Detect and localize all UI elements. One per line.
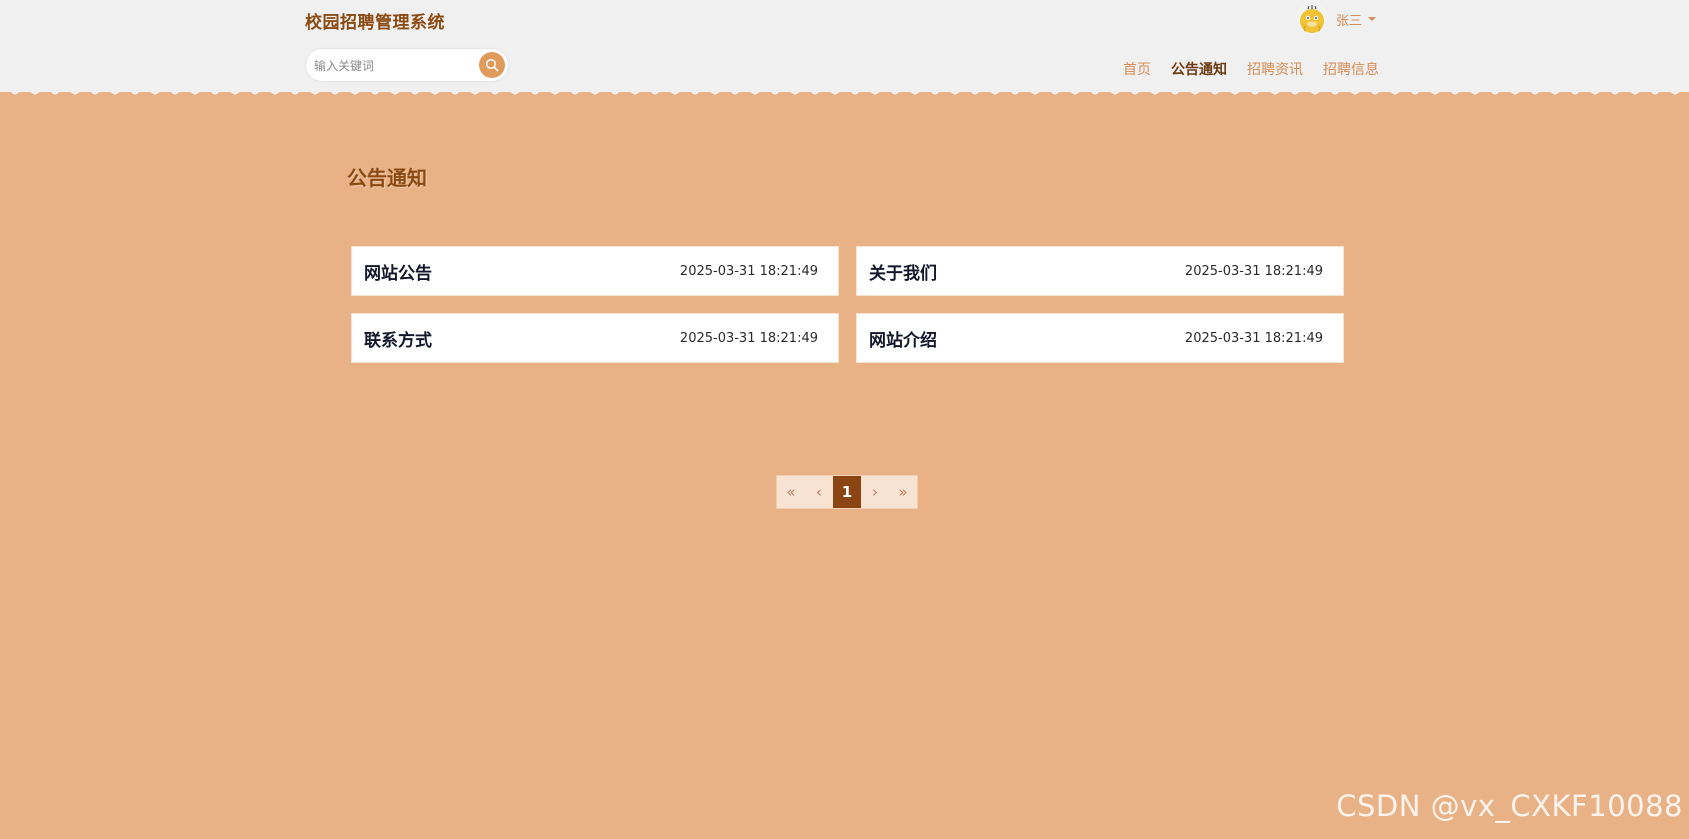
notice-date: 2025-03-31 18:21:49 xyxy=(1184,330,1323,346)
current-page-button[interactable]: 1 xyxy=(833,476,861,508)
user-menu[interactable]: 张三 xyxy=(1296,2,1377,36)
nav-recruitment-news[interactable]: 招聘资讯 xyxy=(1247,59,1303,79)
nav-recruitment-info[interactable]: 招聘信息 xyxy=(1323,59,1379,79)
notice-title: 联系方式 xyxy=(364,330,432,351)
notice-list: 网站公告 2025-03-31 18:21:49 关于我们 2025-03-31… xyxy=(351,246,1344,363)
wave-divider xyxy=(0,86,1689,100)
last-page-button[interactable]: » xyxy=(889,476,917,508)
notice-title: 网站公告 xyxy=(364,263,432,284)
search-input[interactable] xyxy=(312,54,476,78)
duck-avatar-icon xyxy=(1296,3,1328,35)
notice-card[interactable]: 联系方式 2025-03-31 18:21:49 xyxy=(351,313,839,363)
search-icon xyxy=(485,58,499,72)
nav-announcements[interactable]: 公告通知 xyxy=(1171,59,1227,79)
next-page-button[interactable]: › xyxy=(861,476,889,508)
nav-home[interactable]: 首页 xyxy=(1123,59,1151,79)
header: 校园招聘管理系统 张三 首页 公告通知 招聘资讯 招聘信息 xyxy=(0,0,1689,92)
notice-card[interactable]: 网站公告 2025-03-31 18:21:49 xyxy=(351,246,839,296)
caret-down-icon xyxy=(1368,17,1377,21)
notice-date: 2025-03-31 18:21:49 xyxy=(679,263,818,279)
notice-date: 2025-03-31 18:21:49 xyxy=(1184,263,1323,279)
watermark: CSDN @vx_CXKF10088 xyxy=(1336,789,1683,823)
prev-page-button[interactable]: ‹ xyxy=(805,476,833,508)
site-title[interactable]: 校园招聘管理系统 xyxy=(305,8,445,33)
main-nav: 首页 公告通知 招聘资讯 招聘信息 xyxy=(1123,59,1379,79)
notice-title: 关于我们 xyxy=(869,263,937,284)
search-box xyxy=(306,49,508,81)
notice-card[interactable]: 网站介绍 2025-03-31 18:21:49 xyxy=(856,313,1344,363)
search-button[interactable] xyxy=(479,52,505,78)
page-title: 公告通知 xyxy=(347,166,427,190)
first-page-button[interactable]: « xyxy=(777,476,805,508)
user-name: 张三 xyxy=(1336,13,1363,29)
pagination: « ‹ 1 › » xyxy=(776,475,918,509)
notice-title: 网站介绍 xyxy=(869,330,937,351)
notice-card[interactable]: 关于我们 2025-03-31 18:21:49 xyxy=(856,246,1344,296)
notice-date: 2025-03-31 18:21:49 xyxy=(679,330,818,346)
